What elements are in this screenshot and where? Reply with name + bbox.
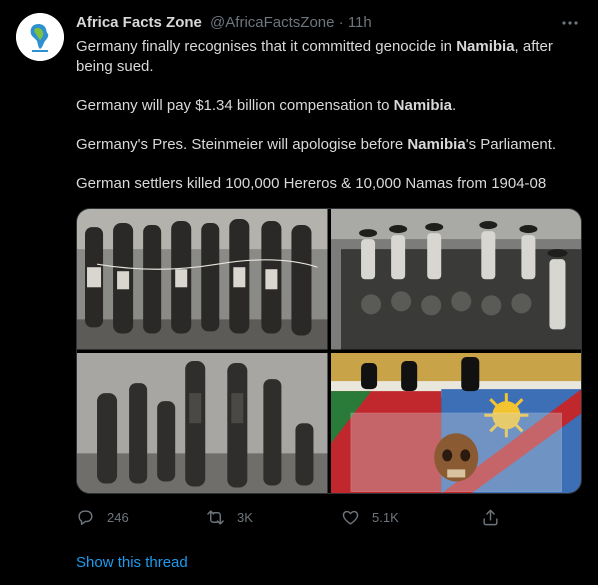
separator-dot: · [338,14,344,31]
media-grid[interactable] [76,208,582,494]
retweet-icon [207,509,224,525]
tweet-time[interactable]: 11h [348,14,372,31]
retweet-count: 3K [237,509,253,525]
tweet-text: Germany finally recognises that it commi… [76,37,576,213]
tweet-paragraph: Germany will pay $1.34 billion compensat… [76,97,457,114]
retweet-button[interactable]: 3K [206,505,253,529]
reply-icon [78,509,93,525]
tweet[interactable]: Africa Facts Zone @AfricaFactsZone · 11h… [0,0,598,585]
tweet-header: Africa Facts Zone @AfricaFactsZone · 11h [76,13,558,33]
share-icon [483,509,498,525]
tweet-paragraph: German settlers killed 100,000 Hereros &… [76,175,547,192]
photo-skull-flag[interactable] [330,352,581,493]
like-button[interactable]: 5.1K [341,505,399,529]
photo-survivors[interactable] [77,352,328,493]
photo-prisoners[interactable] [77,209,328,350]
more-options-icon[interactable] [560,13,580,33]
africa-logo-icon [16,13,64,61]
tweet-paragraph: Germany's Pres. Steinmeier will apologis… [76,136,557,153]
avatar[interactable] [16,13,64,61]
hashtag-like-bold: Namibia [456,38,515,55]
reply-count: 246 [107,509,129,525]
author-name[interactable]: Africa Facts Zone [76,14,202,31]
show-thread-link[interactable]: Show this thread [76,553,188,573]
photo-soldiers[interactable] [330,209,581,350]
share-button[interactable] [481,505,512,529]
reply-button[interactable]: 246 [76,505,129,529]
tweet-actions: 246 3K 5.1K [76,505,516,529]
tweet-paragraph: Germany finally recognises that it commi… [76,38,553,75]
like-count: 5.1K [372,509,399,525]
author-handle[interactable]: @AfricaFactsZone [210,14,334,31]
heart-icon [342,510,359,525]
